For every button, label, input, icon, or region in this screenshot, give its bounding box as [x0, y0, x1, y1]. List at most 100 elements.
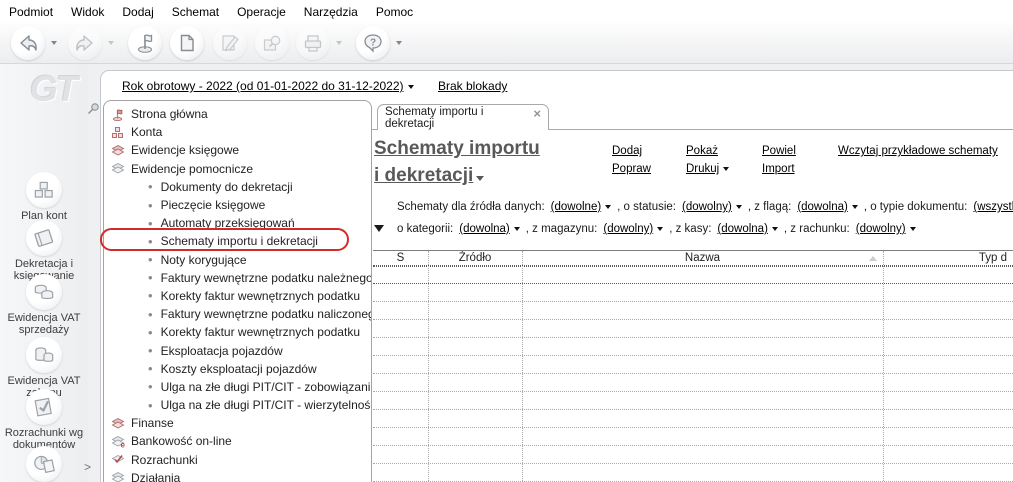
- table-row[interactable]: [373, 446, 1013, 464]
- tree-item-label: Rozrachunki: [131, 452, 198, 467]
- filter-text: , z rachunku:: [783, 223, 850, 235]
- table-row[interactable]: [373, 356, 1013, 374]
- column-header-s[interactable]: S: [373, 252, 428, 264]
- dropdown-caret-icon[interactable]: [657, 226, 664, 231]
- filter-dowolna[interactable]: (dowolna): [717, 223, 778, 235]
- sidebar-item-sprawozdania[interactable]: Sprawozdania: [0, 446, 88, 482]
- menu-schemat[interactable]: Schemat: [164, 2, 229, 22]
- filter-wszystkie[interactable]: (wszystkie: [973, 201, 1013, 213]
- navigate-back-icon[interactable]: [11, 26, 45, 60]
- table-row[interactable]: [373, 320, 1013, 338]
- dropdown-caret-icon[interactable]: [51, 41, 57, 45]
- action-pokaz[interactable]: Pokaż: [686, 142, 729, 160]
- tree-item-schematy-importu-i-dekretacji[interactable]: • Schematy importu i dekretacji: [104, 232, 371, 250]
- rozrachunki-icon: [26, 389, 62, 425]
- dropdown-caret-icon[interactable]: [396, 41, 402, 45]
- tree-item-pieczecie-ksiegowe[interactable]: • Pieczęcie księgowe: [104, 196, 371, 214]
- edit-icon[interactable]: [213, 26, 247, 60]
- action-import[interactable]: Import: [762, 160, 796, 178]
- tree-item-konta[interactable]: Konta: [104, 123, 371, 141]
- tree-item-ulga-na-z-e-d-ugi-pit-cit-wierzytelnosci[interactable]: • Ulga na złe długi PIT/CIT - wierzytelno…: [104, 396, 371, 414]
- table-row[interactable]: [373, 392, 1013, 410]
- table-row[interactable]: [373, 464, 1013, 482]
- tree-item-korekty-faktur-wewnetrznych-podatku[interactable]: • Korekty faktur wewnętrznych podatku: [104, 287, 371, 305]
- tree-item-dzia-ania[interactable]: Działania: [104, 469, 371, 482]
- navigate-forward-icon[interactable]: [68, 26, 102, 60]
- tree-item-korekty-faktur-wewnetrznych-podatku[interactable]: • Korekty faktur wewnętrznych podatku: [104, 323, 371, 341]
- tree-item-finanse[interactable]: Finanse: [104, 414, 371, 432]
- filter-dowolne[interactable]: (dowolne): [551, 201, 612, 213]
- tree-item-ulga-na-z-e-d-ugi-pit-cit-zobowiazania[interactable]: • Ulga na złe długi PIT/CIT - zobowiązani…: [104, 378, 371, 396]
- filter-dowolny[interactable]: (dowolny): [856, 223, 916, 235]
- table-row[interactable]: [373, 302, 1013, 320]
- dropdown-caret-icon[interactable]: [723, 166, 730, 171]
- dropdown-caret-icon[interactable]: [851, 204, 858, 209]
- flag-toolbar-icon[interactable]: [128, 26, 162, 60]
- column-header-zrod-o[interactable]: Źródło: [428, 252, 522, 264]
- menu-podmiot[interactable]: Podmiot: [1, 2, 63, 22]
- action-label: Import: [762, 163, 795, 175]
- tab-label: Schematy importu i dekretacji: [385, 105, 484, 130]
- tree-item-rozrachunki[interactable]: Rozrachunki: [104, 451, 371, 469]
- menu-narzedzia[interactable]: Narzędzia: [296, 2, 368, 22]
- menu-operacje[interactable]: Operacje: [229, 2, 296, 22]
- tree-item-automaty-przeksiegowan[interactable]: • Automaty przeksięgowań: [104, 214, 371, 232]
- menu-widok[interactable]: Widok: [63, 2, 114, 22]
- dropdown-caret-icon[interactable]: [108, 41, 114, 45]
- table-row[interactable]: [373, 266, 1013, 284]
- column-header-typ-d[interactable]: Typ d: [883, 252, 1013, 264]
- table-row[interactable]: [373, 410, 1013, 428]
- tree-item-faktury-wewnetrzne-podatku-naliczonego[interactable]: • Faktury wewnętrzne podatku naliczonego: [104, 305, 371, 323]
- print-icon[interactable]: [296, 26, 330, 60]
- menu-pomoc[interactable]: Pomoc: [368, 2, 423, 22]
- tree-item-noty-korygujace[interactable]: • Noty korygujące: [104, 251, 371, 269]
- dropdown-caret-icon[interactable]: [735, 204, 742, 209]
- tree-item-bankowosc-on-line[interactable]: e Bankowość on-line: [104, 432, 371, 450]
- dropdown-caret-icon[interactable]: [771, 226, 778, 231]
- filter-dowolny[interactable]: (dowolny): [682, 201, 742, 213]
- sidebar-item-dekretacja-i-ksiegowanie[interactable]: Dekretacja i księgowanie: [0, 220, 88, 282]
- new-document-icon[interactable]: [170, 26, 204, 60]
- dropdown-caret-icon[interactable]: [605, 204, 612, 209]
- dropdown-caret-icon[interactable]: [513, 226, 520, 231]
- close-icon[interactable]: ×: [533, 107, 541, 120]
- menu-dodaj[interactable]: Dodaj: [114, 2, 163, 22]
- table-row[interactable]: [373, 284, 1013, 302]
- home-flag-icon: [111, 108, 125, 121]
- column-header-nazwa[interactable]: Nazwa: [522, 252, 883, 264]
- tree-item-label: Działania: [131, 470, 181, 482]
- preview-icon[interactable]: [255, 26, 289, 60]
- filter-dowolna[interactable]: (dowolna): [459, 223, 520, 235]
- action-dodaj[interactable]: Dodaj: [612, 142, 651, 160]
- tree-item-strona-g-owna[interactable]: Strona główna: [104, 105, 371, 123]
- fiscal-year-selector[interactable]: Rok obrotowy - 2022 (od 01-01-2022 do 31…: [122, 79, 414, 93]
- dropdown-caret-icon[interactable]: [909, 226, 916, 231]
- pin-icon[interactable]: [85, 101, 101, 117]
- lock-status-link[interactable]: Brak blokady: [438, 79, 507, 93]
- sidebar-item-ewidencja-vat-sprzedazy[interactable]: Ewidencja VAT sprzedaży: [0, 274, 88, 336]
- filter-dowolny[interactable]: (dowolny): [603, 223, 664, 235]
- tree-item-eksploatacja-pojazdow[interactable]: • Eksploatacja pojazdów: [104, 341, 371, 359]
- tree-item-faktury-wewnetrzne-podatku-naleznego[interactable]: • Faktury wewnętrzne podatku należnego: [104, 269, 371, 287]
- sidebar-item-rozrachunki-wg-dokumentow[interactable]: Rozrachunki wg dokumentów: [0, 389, 88, 451]
- dropdown-caret-icon[interactable]: [336, 41, 342, 45]
- collapse-filters-icon[interactable]: [374, 225, 384, 233]
- action-drukuj[interactable]: Drukuj: [686, 160, 730, 178]
- table-row[interactable]: [373, 428, 1013, 446]
- bullet-icon: •: [148, 306, 153, 322]
- sprawozdania-icon: [26, 446, 62, 482]
- menu-bar: Podmiot Widok Dodaj Schemat Operacje Narzędzi…: [0, 0, 1013, 23]
- filter-dowolna[interactable]: (dowolna): [797, 201, 858, 213]
- tree-item-label: Schematy importu i dekretacji: [160, 234, 318, 249]
- tree-item-koszty-eksploatacji-pojazdow[interactable]: • Koszty eksploatacji pojazdów: [104, 360, 371, 378]
- filter-link-label: (dowolne): [550, 201, 602, 213]
- help-icon[interactable]: ?: [356, 26, 390, 60]
- tree-item-label: Faktury wewnętrzne podatku naliczonego: [160, 307, 372, 322]
- action-powiel[interactable]: Powiel: [762, 142, 796, 160]
- action-popraw[interactable]: Popraw: [612, 160, 651, 178]
- table-row[interactable]: [373, 338, 1013, 356]
- action-wczytaj-przyk-adowe-schematy[interactable]: Wczytaj przykładowe schematy: [838, 142, 998, 160]
- expand-chevron-icon[interactable]: >: [84, 460, 91, 474]
- table-row[interactable]: [373, 374, 1013, 392]
- tab-schematy-importu-i-dekretacji[interactable]: Schematy importu i dekretacji ×: [377, 104, 549, 130]
